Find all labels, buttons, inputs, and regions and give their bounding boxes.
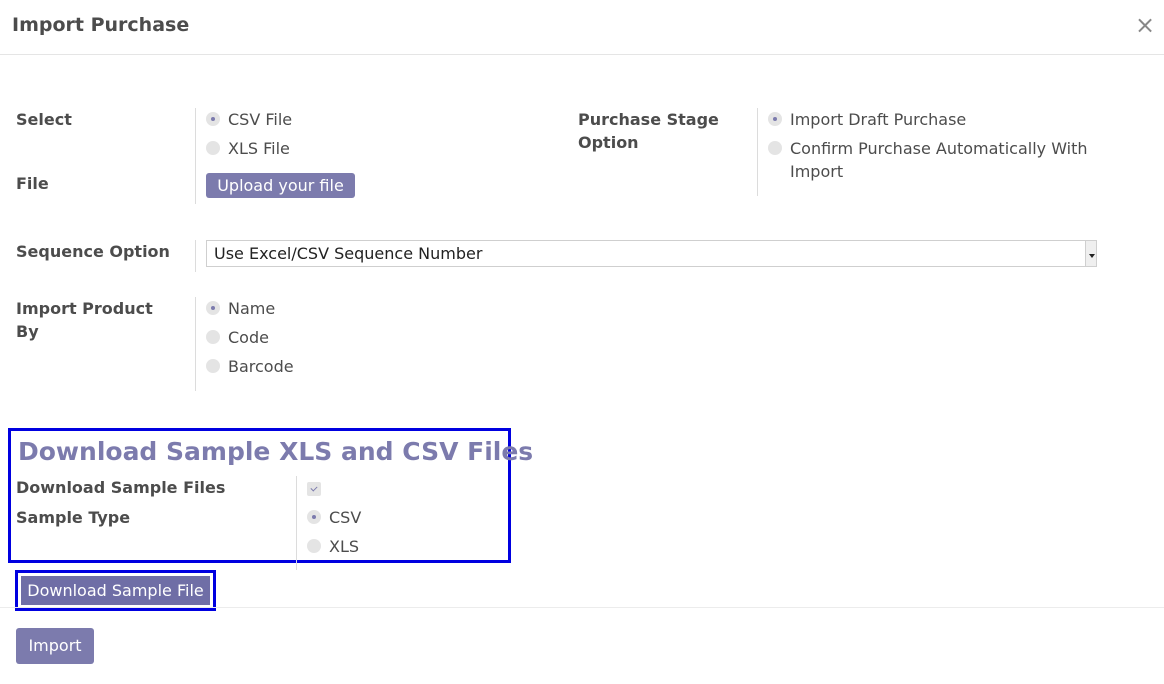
radio-button[interactable]	[206, 330, 220, 344]
divider	[195, 108, 196, 204]
radio-label-line1: Confirm Purchase Automatically With	[790, 139, 1088, 158]
dialog-header: Import Purchase ×	[0, 0, 1164, 55]
radio-label: CSV	[329, 508, 362, 527]
divider	[195, 240, 196, 272]
dropdown-arrow-icon[interactable]	[1085, 241, 1096, 266]
radio-button[interactable]	[206, 359, 220, 373]
radio-confirm-automatically[interactable]: Confirm Purchase Automatically With Impo…	[768, 137, 1088, 183]
radio-product-name[interactable]: Name	[206, 297, 275, 320]
import-product-label-line2: By	[16, 322, 39, 341]
sequence-option-select[interactable]: Use Excel/CSV Sequence Number	[206, 240, 1097, 267]
radio-label: CSV File	[228, 110, 293, 129]
radio-product-barcode[interactable]: Barcode	[206, 355, 294, 378]
select-label: Select	[16, 110, 72, 129]
radio-button[interactable]	[307, 539, 321, 553]
radio-sample-csv[interactable]: CSV	[307, 506, 361, 529]
radio-csv-file[interactable]: CSV File	[206, 108, 292, 131]
sequence-option-label: Sequence Option	[16, 242, 170, 261]
import-product-by-label: Import Product By	[16, 297, 153, 343]
footer-divider	[0, 607, 1164, 608]
download-sample-files-checkbox[interactable]	[307, 482, 321, 496]
radio-label: Barcode	[228, 357, 294, 376]
purchase-stage-label-line1: Purchase Stage	[578, 110, 719, 129]
radio-button-selected[interactable]	[768, 112, 782, 126]
import-product-label-line1: Import Product	[16, 299, 153, 318]
close-icon[interactable]: ×	[1134, 12, 1156, 38]
radio-button[interactable]	[768, 141, 782, 155]
radio-button-selected[interactable]	[307, 510, 321, 524]
dialog-title: Import Purchase	[12, 14, 190, 36]
purchase-stage-label-line2: Option	[578, 133, 639, 152]
divider	[296, 476, 297, 570]
purchase-stage-label: Purchase Stage Option	[578, 108, 719, 154]
radio-label: Code	[228, 328, 269, 347]
divider	[757, 108, 758, 196]
radio-label-line2: Import	[790, 162, 844, 181]
radio-sample-xls[interactable]: XLS	[307, 535, 359, 558]
radio-button-selected[interactable]	[206, 301, 220, 315]
download-sample-files-label: Download Sample Files	[16, 478, 226, 497]
import-button[interactable]: Import	[16, 628, 94, 664]
file-label: File	[16, 174, 49, 193]
radio-import-draft[interactable]: Import Draft Purchase	[768, 108, 966, 131]
radio-label: XLS	[329, 537, 360, 556]
radio-label: Import Draft Purchase	[790, 110, 967, 129]
select-value: Use Excel/CSV Sequence Number	[214, 244, 483, 263]
radio-xls-file[interactable]: XLS File	[206, 137, 290, 160]
radio-label: Name	[228, 299, 276, 318]
radio-label: Confirm Purchase Automatically With Impo…	[790, 137, 1088, 183]
radio-label: XLS File	[228, 139, 290, 158]
download-button-highlight-box: Download Sample File	[15, 570, 216, 611]
sample-section-title: Download Sample XLS and CSV Files	[18, 437, 534, 466]
radio-button-selected[interactable]	[206, 112, 220, 126]
radio-button[interactable]	[206, 141, 220, 155]
sample-type-label: Sample Type	[16, 508, 131, 527]
radio-product-code[interactable]: Code	[206, 326, 269, 349]
divider	[195, 297, 196, 391]
upload-file-button[interactable]: Upload your file	[206, 173, 355, 198]
download-sample-file-button[interactable]: Download Sample File	[21, 576, 210, 605]
